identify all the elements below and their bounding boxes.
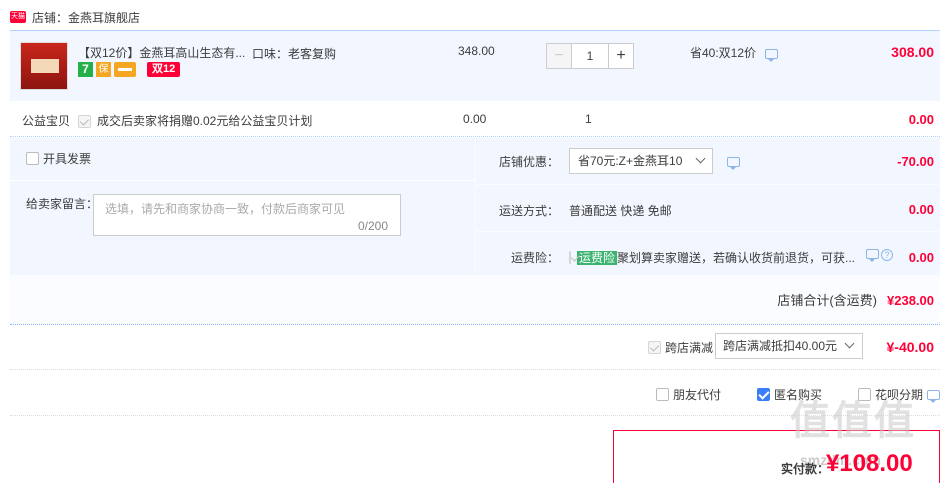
- quantity-stepper: − 1 +: [546, 43, 634, 69]
- charity-total: 0.00: [908, 112, 934, 127]
- item-subtotal: 308.00: [891, 44, 934, 60]
- item-promo: 省40:双12价: [690, 44, 779, 62]
- charity-description: 成交后卖家将捐赠0.02元给公益宝贝计划: [78, 112, 312, 129]
- shop-header: 天猫 店铺：金燕耳旗舰店: [10, 8, 140, 26]
- insurance-info: 运费险 聚划算卖家赠送，若确认收货前退货，可获...: [569, 249, 855, 266]
- product-title[interactable]: 【双12价】金燕耳高山生态有...: [78, 44, 248, 61]
- charity-checkbox: [78, 115, 91, 129]
- shop-total: 店铺合计(含运费) ¥238.00: [777, 290, 934, 309]
- shipping-label: 运送方式：: [499, 204, 560, 218]
- insurance-price: 0.00: [908, 250, 934, 265]
- shop-total-value: ¥238.00: [887, 293, 934, 308]
- service-badges: 7 保 双12: [78, 62, 181, 77]
- shop-discount-select[interactable]: 省70元:Z+金燕耳10: [569, 148, 713, 174]
- chat-icon[interactable]: [866, 249, 879, 262]
- tmall-icon: 天猫: [10, 11, 26, 23]
- cross-store-selected: 跨店满减抵扣40.00元: [723, 339, 838, 353]
- charity-label: 公益宝贝: [22, 114, 71, 128]
- anonymous-checkbox[interactable]: [757, 388, 770, 401]
- cross-store-value: ¥-40.00: [886, 339, 934, 355]
- payment-label: 实付款：: [781, 462, 830, 476]
- cross-store-select[interactable]: 跨店满减抵扣40.00元: [715, 333, 863, 359]
- insurance-badge: 运费险: [577, 251, 618, 265]
- charity-desc-text: 成交后卖家将捐赠0.02元给公益宝贝计划: [97, 114, 313, 128]
- double12-badge: 双12: [147, 62, 181, 77]
- watermark: 值值值: [790, 399, 916, 443]
- shop-name[interactable]: 店铺：金燕耳旗舰店: [32, 9, 140, 26]
- quantity-increase-button[interactable]: +: [608, 43, 634, 69]
- chat-icon[interactable]: [927, 389, 940, 403]
- chevron-down-icon: [695, 153, 706, 164]
- shipping-price: 0.00: [908, 202, 934, 217]
- shop-discount-value: -70.00: [897, 154, 934, 169]
- invoice-option[interactable]: 开具发票: [26, 150, 91, 167]
- chat-icon[interactable]: [765, 48, 779, 62]
- product-flavor: 口味：老客复购: [252, 47, 337, 61]
- charity-qty: 1: [585, 112, 592, 126]
- cross-store-checkbox: [648, 341, 661, 354]
- chevron-down-icon: [844, 338, 855, 349]
- divider: [10, 180, 475, 181]
- quantity-decrease-button[interactable]: −: [546, 43, 572, 69]
- friend-pay-checkbox[interactable]: [656, 388, 669, 401]
- credit-card-icon: [114, 62, 136, 77]
- cross-store-label: 跨店满减: [665, 341, 714, 355]
- shop-discount-selected: 省70元:Z+金燕耳10: [578, 154, 683, 168]
- insurance-icons: ?: [866, 249, 893, 262]
- quantity-input[interactable]: 1: [572, 43, 608, 69]
- item-promo-text: 省40:双12价: [690, 46, 757, 60]
- friend-pay-option[interactable]: 朋友代付: [656, 386, 721, 403]
- payment-value: ¥108.00: [826, 450, 913, 477]
- insurance-label: 运费险：: [511, 251, 560, 265]
- insurance-text: 聚划算卖家赠送，若确认收货前退货，可获...: [617, 251, 855, 265]
- message-char-count: 0/200: [358, 219, 389, 233]
- unit-price: 348.00: [458, 44, 495, 58]
- message-label: 给卖家留言：: [26, 197, 99, 211]
- guarantee-icon: 保: [96, 62, 111, 77]
- message-placeholder: 选填，请先和商家协商一致，付款后商家可见: [105, 202, 346, 216]
- product-thumbnail[interactable]: [20, 42, 68, 90]
- chat-icon[interactable]: [727, 156, 740, 170]
- charity-price: 0.00: [463, 112, 487, 126]
- friend-pay-label: 朋友代付: [673, 388, 722, 402]
- shop-discount-label: 店铺优惠：: [499, 155, 560, 169]
- shipping-method: 普通配送 快递 免邮: [569, 204, 672, 218]
- cross-store-option: 跨店满减: [648, 339, 713, 356]
- help-icon[interactable]: ?: [881, 249, 893, 261]
- invoice-checkbox[interactable]: [26, 152, 39, 165]
- shop-total-label: 店铺合计(含运费): [777, 293, 877, 308]
- invoice-label: 开具发票: [43, 152, 92, 166]
- insurance-checkbox: [569, 251, 571, 264]
- seven-day-return-icon: 7: [78, 62, 93, 77]
